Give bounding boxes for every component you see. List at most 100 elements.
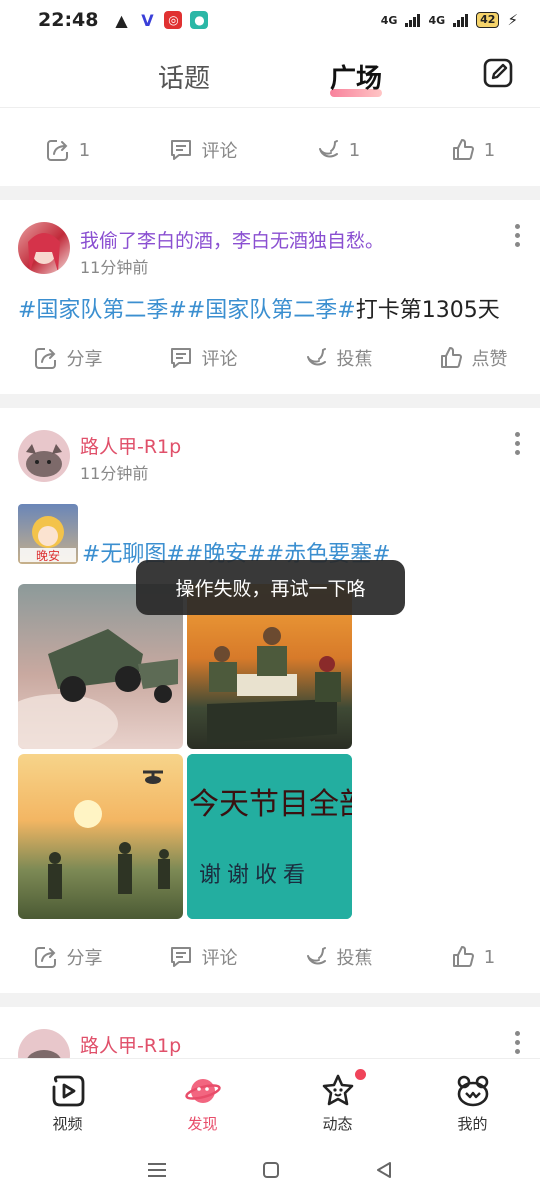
share-button[interactable]: 分享 [0, 937, 135, 977]
post-content: #国家队第二季##国家队第二季#打卡第1305天 [18, 292, 500, 324]
more-icon[interactable] [512, 432, 522, 456]
status-time: 22:48 [38, 9, 99, 31]
banana-button[interactable]: 投蕉 [270, 338, 405, 378]
avatar[interactable] [18, 222, 70, 274]
image-caption-line1: 今天节目全部结束 [189, 787, 352, 822]
chat-app-icon: ● [190, 11, 209, 29]
post-card[interactable]: 路人甲-R1p 11分钟前 晚安 #无聊图##晚安##赤色要塞# 今天节目全 谢… [0, 408, 540, 993]
comment-button[interactable]: 评论 [135, 130, 270, 170]
banana-button[interactable]: 投蕉 [270, 937, 405, 977]
app-v-icon: V [141, 10, 154, 30]
nav-mine-label: 我的 [457, 1115, 488, 1133]
bottom-nav: 视频 发现 动态 我的 [0, 1058, 540, 1140]
nav-video[interactable]: 视频 [0, 1059, 135, 1140]
nav-dynamic-label: 动态 [322, 1115, 353, 1133]
nav-discover[interactable]: 发现 [135, 1059, 270, 1140]
post-image-4[interactable]: 今天节目全部结束 谢谢收看 [187, 754, 352, 919]
error-toast: 操作失败，再试一下咯 [136, 560, 405, 615]
avatar[interactable] [18, 430, 70, 482]
image-caption-line2: 谢谢收看 [199, 863, 311, 888]
post-username[interactable]: 路人甲-R1p [80, 1031, 181, 1058]
more-icon[interactable] [512, 1031, 522, 1055]
netease-music-icon: ◎ [164, 11, 183, 29]
comment-icon [170, 348, 191, 368]
nav-dynamic[interactable]: 动态 [270, 1059, 405, 1140]
post-text: 打卡第1305天 [355, 298, 500, 323]
menu-icon[interactable] [146, 1160, 168, 1180]
system-nav-bar [0, 1140, 540, 1200]
nav-discover-label: 发现 [187, 1115, 218, 1133]
app-a-icon: ▲ [115, 10, 128, 30]
edit-icon[interactable] [482, 57, 514, 89]
share-icon [34, 947, 56, 968]
profile-face-icon [457, 1075, 488, 1107]
comment-label: 评论 [201, 948, 238, 969]
banana-icon [306, 348, 326, 366]
thumbs-up-icon [452, 139, 474, 160]
battery-indicator: 42 [476, 12, 500, 28]
post-username[interactable]: 我偷了李白的酒，李白无酒独自愁。 [80, 226, 384, 253]
banana-count: 1 [348, 139, 361, 161]
status-right: 4G 4G 42 ⚡ [381, 11, 518, 29]
status-bar: 22:48 ▲ V ◎ ● 4G 4G 42 ⚡ [0, 0, 540, 40]
signal-icon-2 [453, 13, 469, 27]
share-button[interactable]: 分享 [0, 338, 135, 378]
post-image-3[interactable] [18, 754, 183, 919]
like-label: 点赞 [471, 349, 508, 370]
share-label: 分享 [66, 948, 103, 969]
share-button[interactable]: 1 [0, 130, 135, 170]
charging-icon: ⚡ [507, 11, 518, 29]
tab-square[interactable]: 广场 [330, 58, 383, 97]
post-card[interactable]: 路人甲-R1p [0, 1007, 540, 1058]
separator [0, 186, 540, 200]
like-button[interactable]: 1 [405, 937, 540, 977]
banana-label: 投蕉 [336, 349, 373, 370]
post-card[interactable]: 我偷了李白的酒，李白无酒独自愁。 11分钟前 #国家队第二季##国家队第二季#打… [0, 200, 540, 394]
sticker-image[interactable]: 晚安 [18, 504, 78, 564]
notification-dot [355, 1069, 366, 1080]
comment-button[interactable]: 评论 [135, 937, 270, 977]
notification-icons: ▲ V ◎ ● [112, 10, 209, 30]
planet-icon [184, 1079, 221, 1103]
back-icon[interactable] [374, 1160, 394, 1180]
share-icon [46, 140, 68, 161]
comment-button[interactable]: 评论 [135, 338, 270, 378]
banana-button[interactable]: 1 [270, 130, 405, 170]
post-username[interactable]: 路人甲-R1p [80, 432, 181, 459]
separator [0, 394, 540, 408]
video-icon [52, 1075, 84, 1107]
separator [0, 993, 540, 1007]
comment-label: 评论 [201, 349, 238, 370]
comment-label: 评论 [201, 141, 238, 162]
avatar[interactable] [18, 1029, 70, 1058]
like-count: 1 [483, 946, 496, 968]
post-time: 11分钟前 [80, 464, 149, 483]
like-count: 1 [483, 139, 496, 161]
like-button[interactable]: 1 [405, 130, 540, 170]
thumbs-up-icon [440, 347, 462, 368]
post1-actions: 分享 评论 投蕉 点赞 [0, 338, 540, 378]
more-icon[interactable] [512, 224, 522, 248]
comment-icon [170, 140, 191, 160]
comment-icon [170, 947, 191, 967]
sticker-caption: 晚安 [36, 548, 60, 563]
network-label-1: 4G [380, 13, 398, 27]
post2-actions: 分享 评论 投蕉 1 [0, 937, 540, 977]
star-face-icon [322, 1074, 353, 1106]
banana-label: 投蕉 [336, 948, 373, 969]
nav-video-label: 视频 [52, 1115, 83, 1133]
banana-icon [318, 140, 338, 158]
tab-topic[interactable]: 话题 [158, 58, 210, 95]
network-label-2: 4G [428, 13, 446, 27]
signal-icon [405, 13, 421, 27]
post-time: 11分钟前 [80, 258, 149, 277]
hashtag[interactable]: #国家队第二季# [18, 298, 187, 323]
home-icon[interactable] [261, 1160, 281, 1180]
like-button[interactable]: 点赞 [405, 338, 540, 378]
nav-mine[interactable]: 我的 [405, 1059, 540, 1140]
post0-actions: 1 评论 1 1 [0, 130, 540, 170]
share-count: 1 [78, 139, 91, 161]
thumbs-up-icon [452, 946, 474, 967]
hashtag[interactable]: #国家队第二季# [187, 298, 356, 323]
top-header: 话题 广场 [0, 40, 540, 108]
